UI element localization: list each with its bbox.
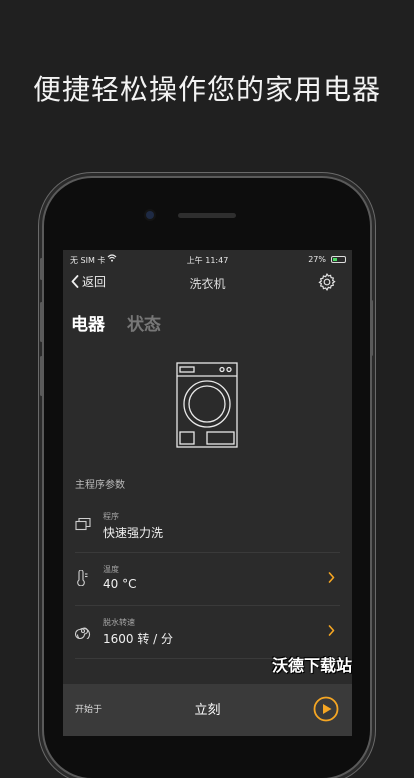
tab-bar: 电器 状态 (71, 310, 161, 335)
param-value: 快速强力洗 (103, 526, 164, 540)
param-label: 程序 (103, 512, 119, 521)
param-label: 脱水转速 (103, 618, 135, 627)
settings-button[interactable] (317, 272, 337, 296)
chevron-right-icon (328, 572, 335, 583)
layers-icon (75, 517, 91, 531)
param-label: 温度 (103, 565, 119, 574)
volume-up-button (40, 302, 43, 342)
spin-icon (75, 627, 90, 639)
chevron-right-icon (328, 625, 335, 636)
gear-icon (318, 272, 336, 292)
mute-switch (40, 258, 43, 280)
battery-percent: 27% (308, 255, 326, 264)
nav-bar: 返回 洗衣机 (63, 270, 352, 296)
earpiece-speaker (178, 213, 236, 218)
watermark-text: 沃德下载站 (272, 656, 353, 675)
status-bar: 无 SIM 卡 上午 11:47 27% (63, 250, 352, 270)
param-row-program[interactable]: 程序 快速强力洗 (75, 499, 340, 553)
param-row-spin-speed[interactable]: 脱水转速 1600 转 / 分 (75, 605, 340, 659)
washing-machine-icon (176, 362, 238, 448)
front-camera (146, 211, 154, 219)
power-button (370, 300, 373, 356)
param-value: 40 °C (103, 577, 137, 591)
start-time-value[interactable]: 立刻 (63, 699, 352, 718)
tab-status[interactable]: 状态 (127, 310, 161, 335)
volume-down-button (40, 356, 43, 396)
thermometer-icon (77, 570, 88, 586)
play-button[interactable] (313, 696, 339, 722)
start-bar: 开始于 立刻 (63, 684, 352, 736)
section-title: 主程序参数 (75, 480, 125, 491)
param-row-temperature[interactable]: 温度 40 °C (75, 552, 340, 606)
tab-appliance[interactable]: 电器 (71, 310, 105, 335)
param-value: 1600 转 / 分 (103, 632, 174, 646)
page-title: 洗衣机 (189, 277, 226, 291)
battery-icon (331, 256, 346, 263)
promo-title: 便捷轻松操作您的家用电器 (32, 73, 381, 106)
